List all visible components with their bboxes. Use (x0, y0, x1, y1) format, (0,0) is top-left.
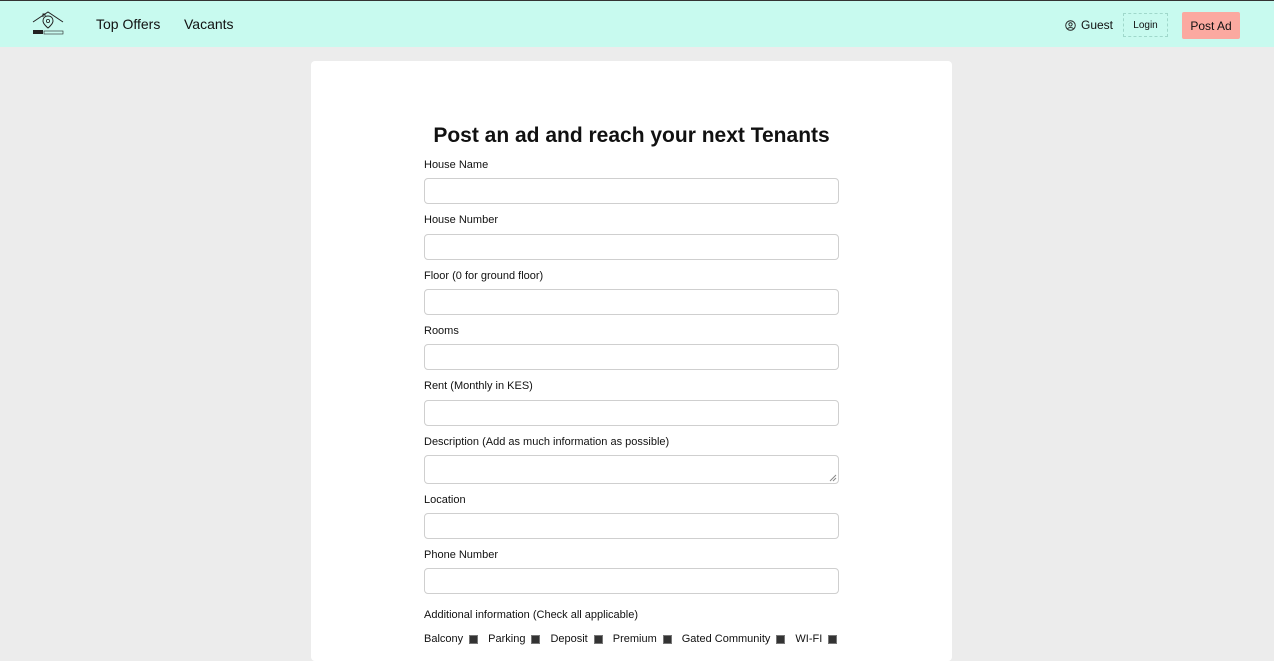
login-button[interactable]: Login (1123, 13, 1168, 37)
description-label: Description (Add as much information as … (424, 436, 670, 448)
checkbox-deposit[interactable] (593, 634, 603, 644)
navbar: Top Offers Vacants Guest Login Post Ad (0, 0, 1274, 47)
floor-input[interactable] (424, 289, 839, 315)
rent-label: Rent (Monthly in KES) (424, 380, 533, 392)
checkbox-wifi[interactable] (828, 634, 838, 644)
additional-info-label: Additional information (Check all applic… (424, 609, 639, 621)
checkbox-parking[interactable] (531, 634, 541, 644)
logo-icon[interactable] (31, 10, 65, 37)
rent-input[interactable] (424, 400, 839, 426)
nav-top-offers[interactable]: Top Offers (96, 16, 160, 32)
option-wifi[interactable]: WI-FI (795, 633, 838, 645)
option-gated-community[interactable]: Gated Community (682, 633, 786, 645)
option-deposit[interactable]: Deposit (550, 633, 603, 645)
house-number-label: House Number (424, 214, 498, 226)
phone-input[interactable] (424, 568, 839, 594)
option-balcony[interactable]: Balcony (424, 633, 479, 645)
user-icon (1065, 19, 1076, 31)
house-number-input[interactable] (424, 234, 839, 260)
user-menu[interactable]: Guest (1065, 18, 1113, 32)
amenities-checkboxes: Balcony Parking Deposit Premium Gated Co… (424, 633, 847, 645)
option-premium[interactable]: Premium (613, 633, 672, 645)
location-input[interactable] (424, 513, 839, 539)
post-ad-button[interactable]: Post Ad (1182, 12, 1240, 39)
user-label: Guest (1081, 18, 1114, 32)
house-name-label: House Name (424, 159, 489, 171)
option-parking[interactable]: Parking (488, 633, 541, 645)
form-card: Post an ad and reach your next Tenants H… (311, 61, 952, 661)
resize-grip-icon[interactable] (829, 474, 837, 482)
phone-label: Phone Number (424, 549, 498, 561)
checkbox-premium[interactable] (662, 634, 672, 644)
description-textarea[interactable] (424, 455, 839, 484)
page-title: Post an ad and reach your next Tenants (433, 124, 830, 147)
rooms-input[interactable] (424, 344, 839, 370)
checkbox-balcony[interactable] (469, 634, 479, 644)
checkbox-gated-community[interactable] (776, 634, 786, 644)
rooms-label: Rooms (424, 325, 459, 337)
floor-label: Floor (0 for ground floor) (424, 270, 544, 282)
location-label: Location (424, 494, 466, 506)
nav-vacants[interactable]: Vacants (184, 16, 234, 32)
house-name-input[interactable] (424, 178, 839, 204)
